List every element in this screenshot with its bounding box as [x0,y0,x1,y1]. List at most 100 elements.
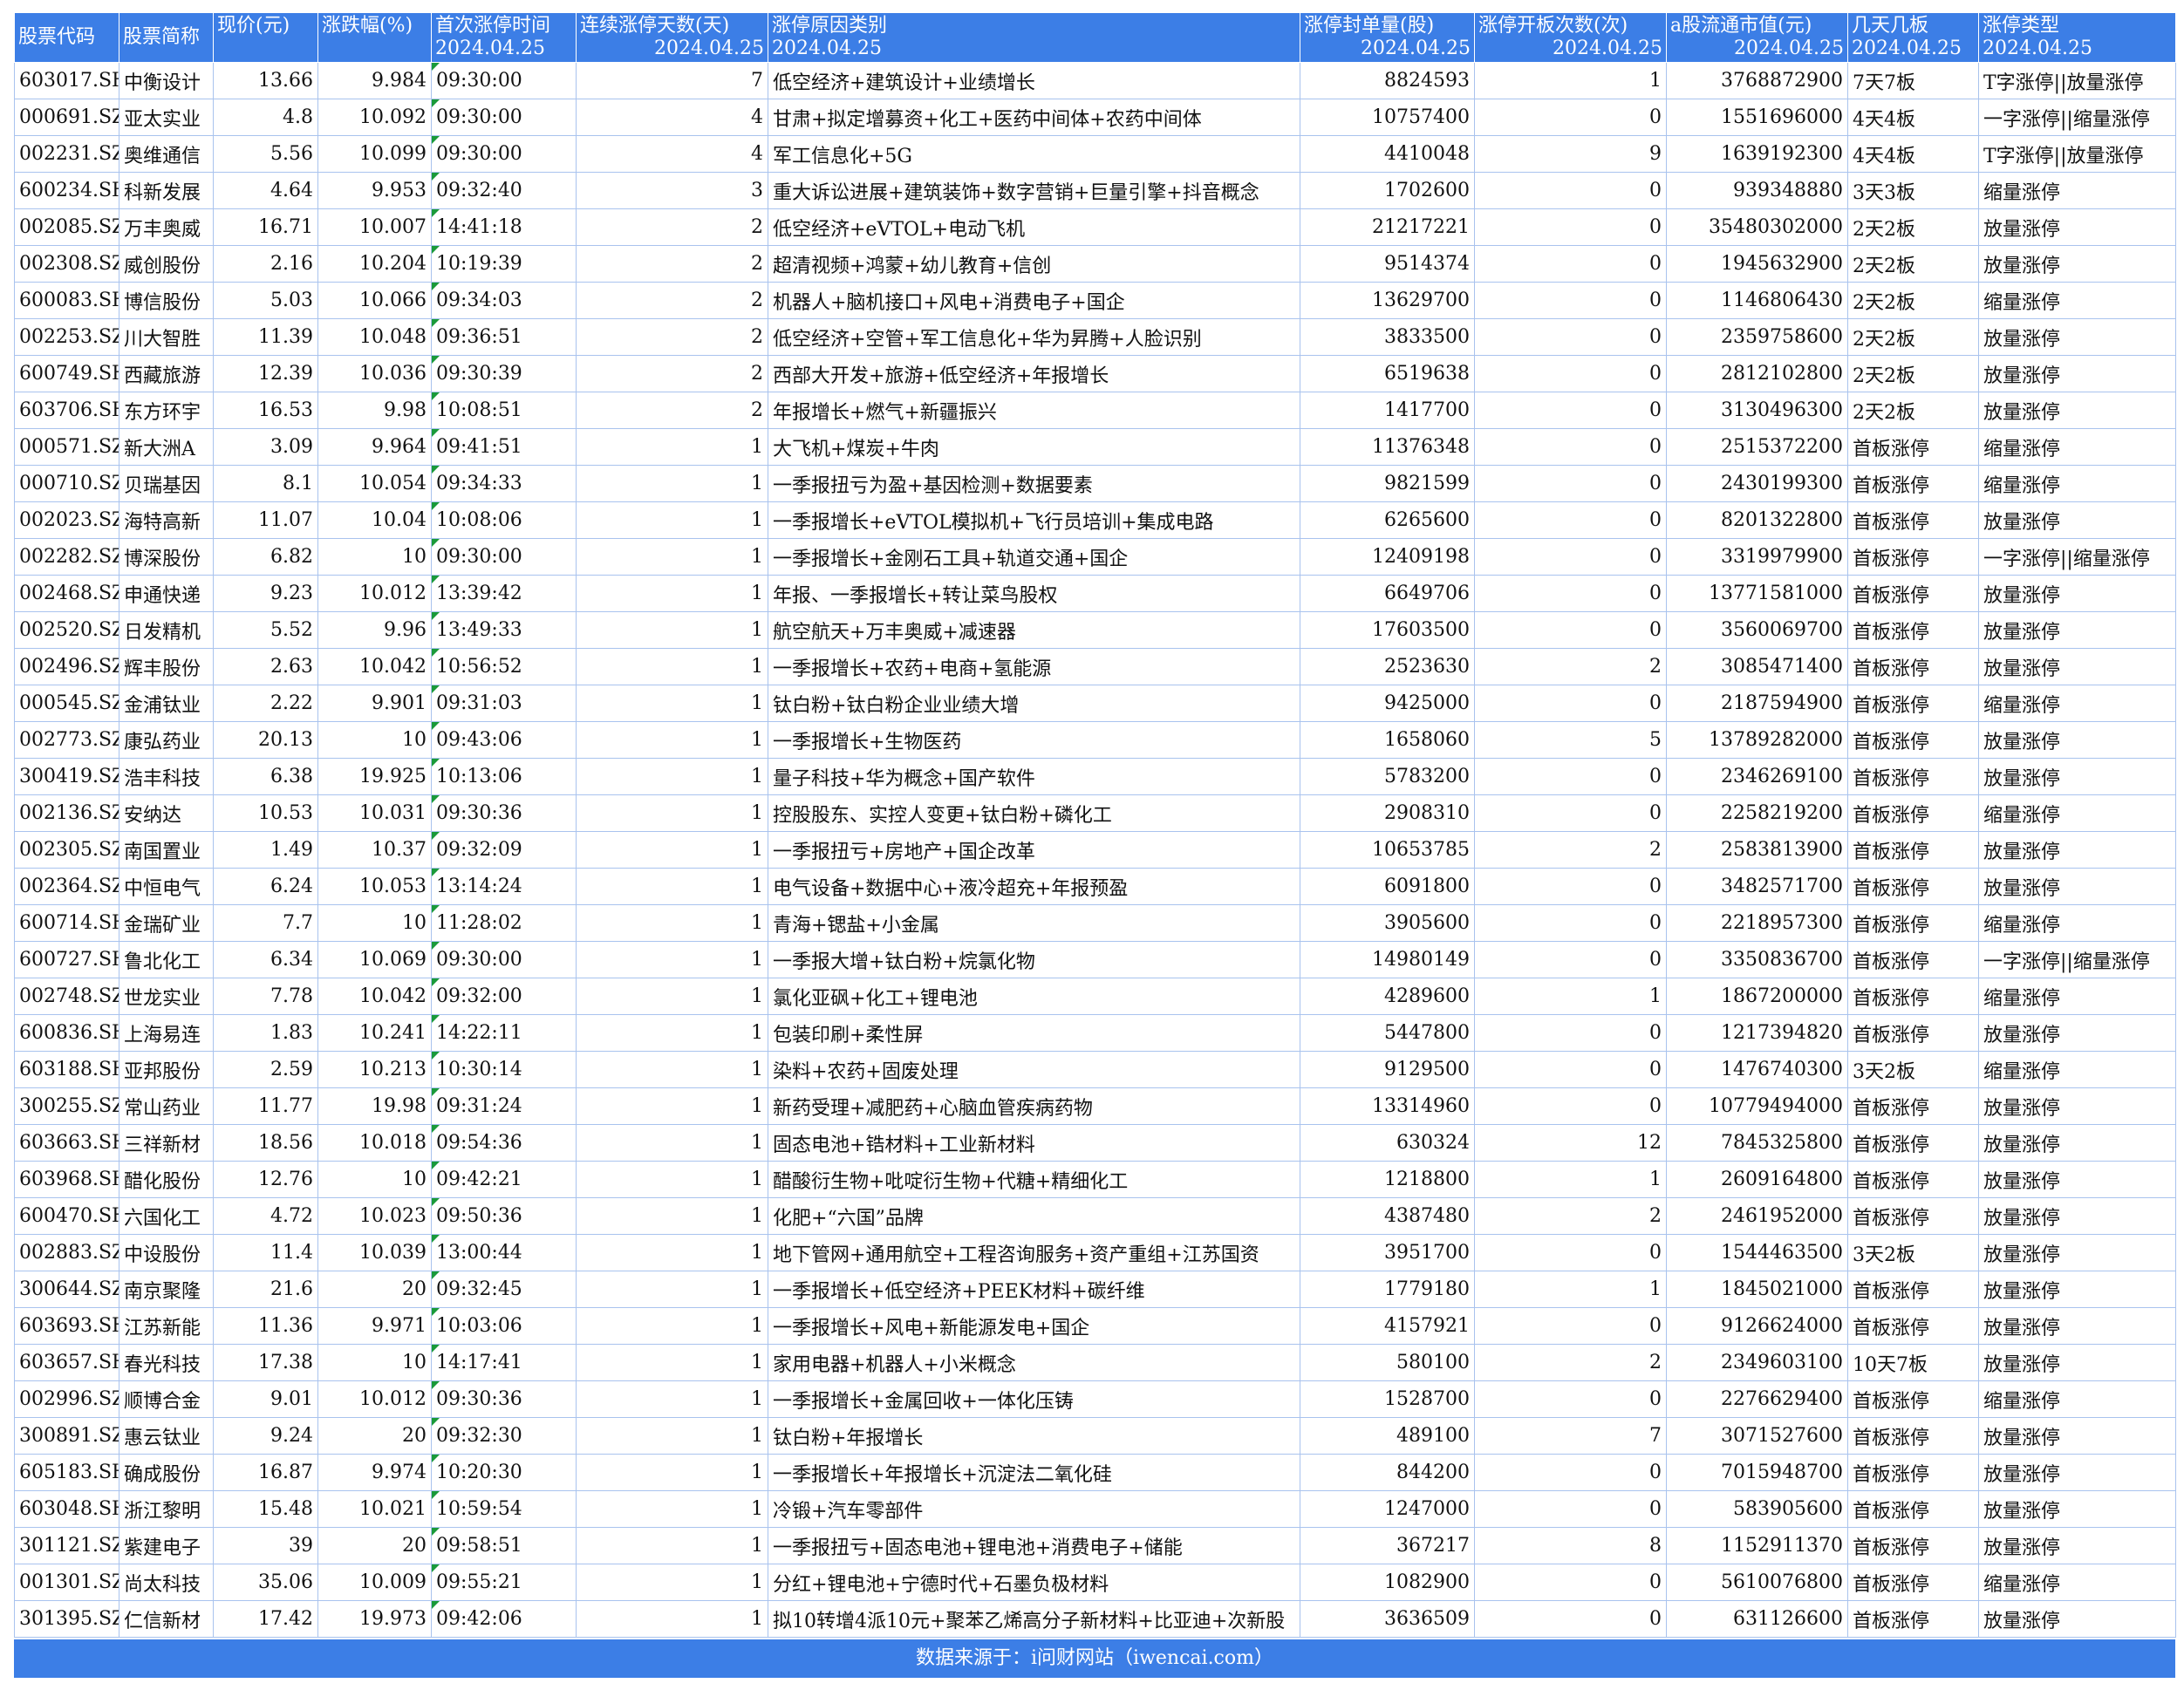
cell-first-limit-time: 10:13:06 [431,758,577,795]
cell-stock-name: 亚太实业 [119,99,214,136]
cell-seal-volume: 1779180 [1300,1271,1475,1308]
header-consecutive-days[interactable]: 连续涨停天数(天) 2024.04.25 [576,12,768,63]
table-row[interactable]: 300419.SZ 浩丰科技 6.38 19.925 10:13:06 1 量子科技+华为概… [14,758,2176,795]
table-row[interactable]: 600470.SH 六国化工 4.72 10.023 09:50:36 1 化肥+“六国”品… [14,1197,2176,1235]
table-row[interactable]: 603968.SH 醋化股份 12.76 10 09:42:21 1 醋酸衍生物+吡啶衍生物… [14,1161,2176,1198]
table-row[interactable]: 002308.SZ 威创股份 2.16 10.204 10:19:39 2 超清视频+鸿蒙+… [14,245,2176,283]
cell-first-limit-time: 09:41:51 [431,428,577,466]
table-row[interactable]: 000710.SZ 贝瑞基因 8.1 10.054 09:34:33 1 一季报扭亏为盈+基… [14,465,2176,502]
cell-stock-code: 300644.SZ [14,1271,119,1308]
cell-limit-type: 放量涨停 [1978,1527,2176,1564]
cell-consecutive-days: 1 [576,1564,768,1601]
table-row[interactable]: 603693.SH 江苏新能 11.36 9.971 10:03:06 1 一季报增长+风电… [14,1307,2176,1345]
table-row[interactable]: 002496.SZ 辉丰股份 2.63 10.042 10:56:52 1 一季报增长+农药… [14,648,2176,685]
cell-stock-code: 002136.SZ [14,794,119,832]
table-row[interactable]: 300891.SZ 惠云钛业 9.24 20 09:32:30 1 钛白粉+年报增长 4891… [14,1417,2176,1455]
table-row[interactable]: 002364.SZ 中恒电气 6.24 10.053 13:14:24 1 电气设备+数据中… [14,868,2176,905]
cell-price: 1.83 [213,1014,318,1052]
cell-stock-name: 江苏新能 [119,1307,214,1345]
cell-market-cap: 1551696000 [1666,99,1848,136]
table-row[interactable]: 600749.SH 西藏旅游 12.39 10.036 09:30:39 2 西部大开发+旅… [14,355,2176,392]
table-row[interactable]: 002883.SZ 中设股份 11.4 10.039 13:00:44 1 地下管网+通用航… [14,1234,2176,1271]
cell-price: 35.06 [213,1564,318,1601]
header-stock-name[interactable]: 股票简称 [119,12,214,63]
cell-stock-code: 600836.SH [14,1014,119,1052]
table-row[interactable]: 600727.SH 鲁北化工 6.34 10.069 09:30:00 1 一季报大增+钛白… [14,941,2176,978]
table-row[interactable]: 000571.SZ 新大洲A 3.09 9.964 09:41:51 1 大飞机+煤炭+牛肉… [14,428,2176,466]
header-first-limit-time[interactable]: 首次涨停时间 2024.04.25 [431,12,577,63]
table-row[interactable]: 600714.SH 金瑞矿业 7.7 10 11:28:02 1 青海+锶盐+小金属 3905… [14,904,2176,942]
table-row[interactable]: 002231.SZ 奥维通信 5.56 10.099 09:30:00 4 军工信息化+5G… [14,135,2176,173]
table-row[interactable]: 603017.SH 中衡设计 13.66 9.984 09:30:00 7 低空经济+建筑设… [14,62,2176,99]
table-row[interactable]: 301395.SZ 仁信新材 17.42 19.973 09:42:06 1 拟10转增4派… [14,1600,2176,1638]
table-row[interactable]: 603657.SH 春光科技 17.38 10 14:17:41 1 家用电器+机器人+小米… [14,1344,2176,1381]
cell-reason: 量子科技+华为概念+国产软件 [768,758,1300,795]
header-price[interactable]: 现价(元) [213,12,318,63]
cell-first-limit-time: 10:08:06 [431,501,577,539]
table-row[interactable]: 603706.SH 东方环宇 16.53 9.98 10:08:51 2 年报增长+燃气+新… [14,392,2176,429]
cell-first-limit-time: 09:42:21 [431,1161,577,1198]
cell-consecutive-days: 2 [576,355,768,392]
cell-stock-code: 002023.SZ [14,501,119,539]
table-row[interactable]: 002282.SZ 博深股份 6.82 10 09:30:00 1 一季报增长+金刚石工具+… [14,538,2176,576]
table-row[interactable]: 600234.SH 科新发展 4.64 9.953 09:32:40 3 重大诉讼进展+建筑… [14,172,2176,209]
cell-stock-code: 603663.SH [14,1124,119,1162]
cell-market-cap: 3130496300 [1666,392,1848,429]
header-market-cap[interactable]: a股流通市值(元) 2024.04.25 [1666,12,1848,63]
table-row[interactable]: 002305.SZ 南国置业 1.49 10.37 09:32:09 1 一季报扭亏+房地产… [14,831,2176,869]
cell-reason: 包装印刷+柔性屏 [768,1014,1300,1052]
cell-seal-volume: 580100 [1300,1344,1475,1381]
data-source-footer: 数据来源于：i问财网站（iwencai.com） [14,1639,2175,1678]
cell-consecutive-days: 1 [576,758,768,795]
table-row[interactable]: 002253.SZ 川大智胜 11.39 10.048 09:36:51 2 低空经济+空管… [14,318,2176,356]
cell-stock-name: 惠云钛业 [119,1417,214,1455]
cell-board-count: 首板涨停 [1847,1380,1979,1418]
header-limit-type[interactable]: 涨停类型 2024.04.25 [1978,12,2176,63]
table-row[interactable]: 603048.SH 浙江黎明 15.48 10.021 10:59:54 1 冷锻+汽车零部… [14,1490,2176,1528]
cell-first-limit-time: 11:28:02 [431,904,577,942]
table-row[interactable]: 301121.SZ 紫建电子 39 20 09:58:51 1 一季报扭亏+固态电池+锂电池… [14,1527,2176,1564]
header-seal-volume[interactable]: 涨停封单量(股) 2024.04.25 [1300,12,1475,63]
cell-stock-name: 中设股份 [119,1234,214,1271]
cell-price: 8.1 [213,465,318,502]
table-row[interactable]: 603663.SH 三祥新材 18.56 10.018 09:54:36 1 固态电池+锆材… [14,1124,2176,1162]
cell-stock-code: 603968.SH [14,1161,119,1198]
cell-reason: 青海+锶盐+小金属 [768,904,1300,942]
table-row[interactable]: 002773.SZ 康弘药业 20.13 10 09:43:06 1 一季报增长+生物医药 1… [14,721,2176,759]
table-row[interactable]: 002023.SZ 海特高新 11.07 10.04 10:08:06 1 一季报增长+eV… [14,501,2176,539]
header-stock-code[interactable]: 股票代码 [14,12,119,63]
table-row[interactable]: 001301.SZ 尚太科技 35.06 10.009 09:55:21 1 分红+锂电池+… [14,1564,2176,1601]
table-row[interactable]: 002996.SZ 顺博合金 9.01 10.012 09:30:36 1 一季报增长+金属… [14,1380,2176,1418]
cell-board-count: 首板涨停 [1847,501,1979,539]
header-change-pct[interactable]: 涨跌幅(%) [317,12,432,63]
cell-board-count: 2天2板 [1847,392,1979,429]
table-row[interactable]: 000545.SZ 金浦钛业 2.22 9.901 09:31:03 1 钛白粉+钛白粉企业… [14,685,2176,722]
cell-price: 1.49 [213,831,318,869]
table-row[interactable]: 002748.SZ 世龙实业 7.78 10.042 09:32:00 1 氯化亚砜+化工+… [14,978,2176,1015]
header-open-count[interactable]: 涨停开板次数(次) 2024.04.25 [1474,12,1667,63]
header-reason[interactable]: 涨停原因类别 2024.04.25 [768,12,1300,63]
header-board-count[interactable]: 几天几板 2024.04.25 [1847,12,1979,63]
cell-stock-name: 六国化工 [119,1197,214,1235]
table-row[interactable]: 002468.SZ 申通快递 9.23 10.012 13:39:42 1 年报、一季报增长… [14,575,2176,612]
cell-seal-volume: 10653785 [1300,831,1475,869]
cell-open-count: 0 [1474,1490,1667,1528]
table-row[interactable]: 002136.SZ 安纳达 10.53 10.031 09:30:36 1 控股股东、实控人… [14,794,2176,832]
table-row[interactable]: 600083.SH 博信股份 5.03 10.066 09:34:03 2 机器人+脑机接口… [14,282,2176,319]
table-row[interactable]: 000691.SZ 亚太实业 4.8 10.092 09:30:00 4 甘肃+拟定增募资+… [14,99,2176,136]
table-row[interactable]: 300644.SZ 南京聚隆 21.6 20 09:32:45 1 一季报增长+低空经济+P… [14,1271,2176,1308]
cell-stock-code: 600727.SH [14,941,119,978]
cell-stock-code: 301395.SZ [14,1600,119,1638]
table-row[interactable]: 600836.SH 上海易连 1.83 10.241 14:22:11 1 包装印刷+柔性屏… [14,1014,2176,1052]
table-row[interactable]: 603188.SH 亚邦股份 2.59 10.213 10:30:14 1 染料+农药+固废… [14,1051,2176,1088]
table-row[interactable]: 605183.SH 确成股份 16.87 9.974 10:20:30 1 一季报增长+年报… [14,1454,2176,1491]
cell-stock-name: 春光科技 [119,1344,214,1381]
cell-limit-type: 缩量涨停 [1978,282,2176,319]
cell-market-cap: 3482571700 [1666,868,1848,905]
cell-change-pct: 10.021 [317,1490,432,1528]
table-row[interactable]: 002520.SZ 日发精机 5.52 9.96 13:49:33 1 航空航天+万丰奥威+… [14,611,2176,649]
cell-stock-name: 西藏旅游 [119,355,214,392]
table-row[interactable]: 300255.SZ 常山药业 11.77 19.98 09:31:24 1 新药受理+减肥药… [14,1087,2176,1125]
table-row[interactable]: 002085.SZ 万丰奥威 16.71 10.007 14:41:18 2 低空经济+eV… [14,208,2176,246]
cell-reason: 年报增长+燃气+新疆振兴 [768,392,1300,429]
